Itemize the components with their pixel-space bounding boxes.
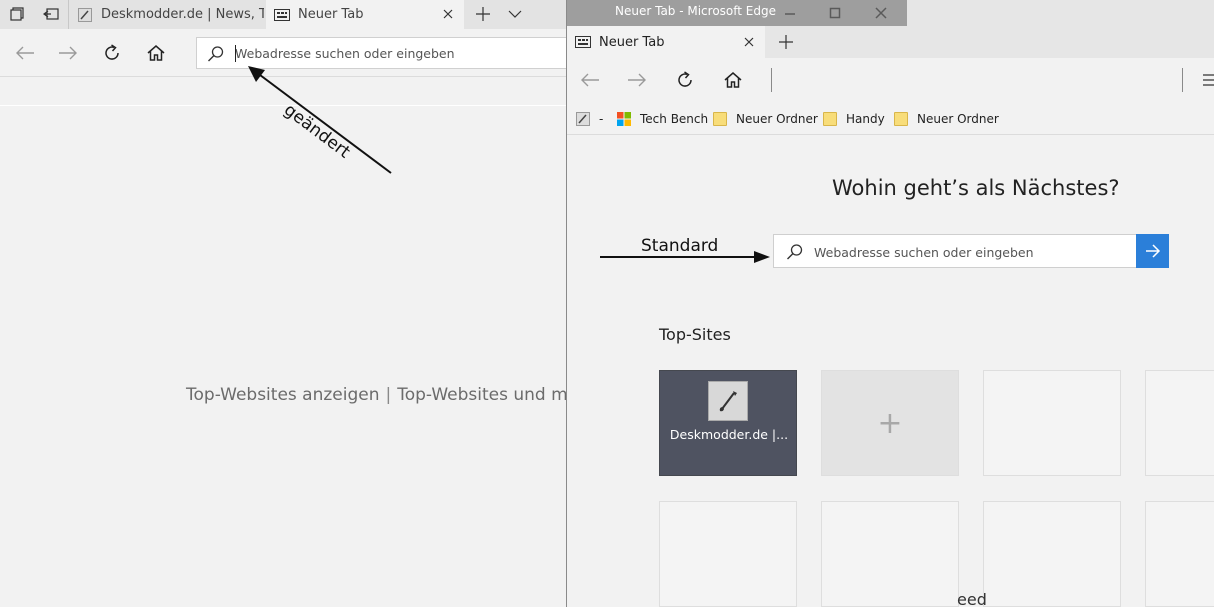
empty-site-tile[interactable] (983, 501, 1121, 607)
tab-neuer-tab[interactable]: Neuer Tab (567, 26, 765, 58)
brush-icon (77, 7, 93, 22)
left-tab-bar: Deskmodder.de | News, Tipps Neuer Tab (0, 0, 600, 29)
home-icon[interactable] (720, 68, 746, 92)
new-tab-plus-icon[interactable] (472, 4, 494, 24)
search-go-button[interactable] (1136, 234, 1169, 268)
text-caret (235, 45, 236, 62)
new-tab-page-icon (274, 8, 290, 22)
favorite-tech-bench[interactable]: Tech Bench (617, 110, 708, 128)
top-sites-options: Top-Websites anzeigen | Top-Websites und m… (186, 385, 578, 405)
home-icon[interactable] (143, 41, 169, 65)
folder-icon (713, 112, 727, 126)
top-site-tile-deskmodder[interactable]: Deskmodder.de |... (659, 370, 797, 476)
refresh-icon[interactable] (99, 41, 125, 65)
show-top-websites-link[interactable]: Top-Websites anzeigen (186, 385, 379, 405)
tab-label: Neuer Tab (599, 34, 665, 50)
background-edge-window: Deskmodder.de | News, Tipps Neuer Tab (0, 0, 600, 607)
right-navigation-bar (567, 58, 1214, 103)
search-icon (207, 45, 225, 63)
back-arrow-icon[interactable] (12, 41, 38, 65)
favorite-folder-handy[interactable]: Handy (823, 110, 885, 128)
chevron-down-icon[interactable] (504, 4, 526, 24)
empty-site-tile[interactable] (983, 370, 1121, 476)
forward-arrow-icon[interactable] (55, 41, 81, 65)
window-title: Neuer Tab - Microsoft Edge (615, 4, 776, 18)
search-icon (786, 243, 804, 261)
news-feed-label: eed (957, 590, 987, 607)
favorite-label: Neuer Ordner (736, 112, 818, 126)
top-websites-and-more-link[interactable]: Top-Websites und me (397, 385, 578, 405)
minimize-icon[interactable] (780, 5, 800, 21)
toolbar-separator (771, 68, 772, 92)
forward-arrow-icon[interactable] (624, 68, 650, 92)
separator: | (385, 385, 392, 405)
favorite-folder-neuer-ordner[interactable]: Neuer Ordner (713, 110, 818, 128)
tab-label: Neuer Tab (298, 7, 364, 22)
right-tab-bar: Neuer Tab (567, 26, 1214, 58)
favorite-label: Neuer Ordner (917, 112, 999, 126)
empty-site-tile[interactable] (1145, 370, 1214, 476)
search-input[interactable] (814, 242, 1124, 262)
empty-site-tile[interactable] (659, 501, 797, 607)
set-tabs-aside-icon[interactable] (40, 4, 62, 24)
favorite-label: Handy (846, 112, 885, 126)
tile-label: Deskmodder.de |... (669, 427, 789, 442)
tabs-overview-icon[interactable] (6, 4, 28, 24)
folder-icon (894, 112, 908, 126)
plus-icon: + (877, 405, 903, 441)
new-tab-plus-icon[interactable] (775, 32, 797, 52)
brush-icon (576, 112, 590, 126)
refresh-icon[interactable] (672, 68, 698, 92)
folder-icon (823, 112, 837, 126)
top-sites-heading: Top-Sites (659, 325, 731, 344)
favorites-bar: - Tech Bench Neuer Ordner Handy Neuer Or… (567, 103, 1214, 135)
back-arrow-icon[interactable] (577, 68, 603, 92)
search-box[interactable] (773, 234, 1137, 268)
favorite-label: Tech Bench (640, 112, 709, 126)
new-tab-page-icon (575, 35, 591, 49)
tab-label: Deskmodder.de | News, Tipps (101, 7, 264, 22)
page-heading: Wohin geht’s als Nächstes? (832, 176, 1120, 200)
add-site-tile[interactable]: + (821, 370, 959, 476)
close-tab-icon[interactable] (741, 34, 757, 50)
brush-icon (708, 381, 748, 421)
arrow-right-icon (1145, 244, 1160, 258)
annotation-arrow-standard (600, 251, 770, 263)
close-tab-icon[interactable] (440, 6, 456, 22)
close-window-icon[interactable] (871, 5, 891, 21)
annotation-arrow-changed (248, 66, 392, 174)
favorite-label: - (599, 112, 604, 126)
tab-neuer-tab[interactable]: Neuer Tab (266, 0, 464, 29)
hub-menu-icon[interactable] (1203, 70, 1214, 90)
title-bar-background (907, 0, 1214, 26)
tab-deskmodder[interactable]: Deskmodder.de | News, Tipps (68, 0, 264, 29)
microsoft-logo-icon (617, 112, 631, 126)
window-title-bar: Neuer Tab - Microsoft Edge (567, 0, 907, 26)
favorite-deskmodder[interactable]: - (576, 110, 603, 128)
toolbar-separator (1182, 68, 1183, 92)
favorite-folder-neuer-ordner-2[interactable]: Neuer Ordner (894, 110, 999, 128)
maximize-icon[interactable] (825, 5, 845, 21)
empty-site-tile[interactable] (1145, 501, 1214, 607)
empty-site-tile[interactable] (821, 501, 959, 607)
foreground-edge-window: Neuer Tab - Microsoft Edge Neuer Tab - T… (566, 0, 1214, 607)
